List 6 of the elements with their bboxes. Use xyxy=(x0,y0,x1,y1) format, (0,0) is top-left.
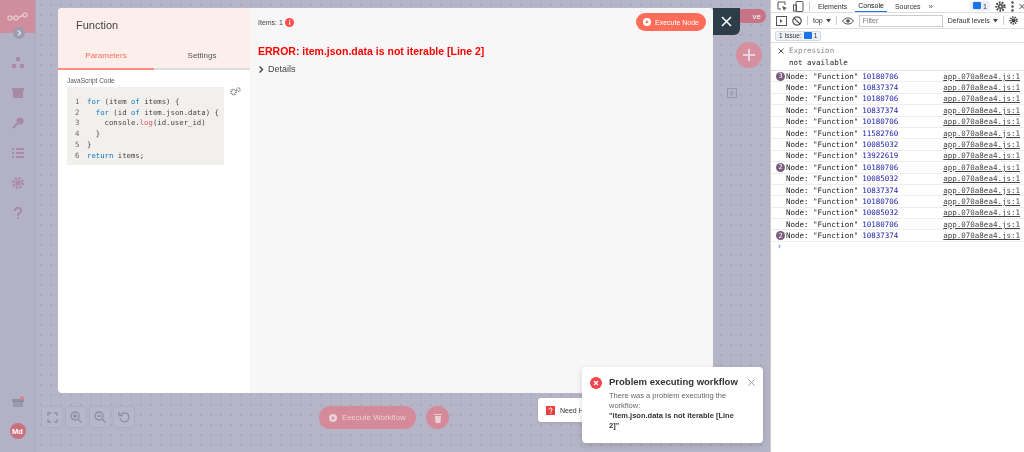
dialog-title: Function xyxy=(75,18,120,33)
details-toggle[interactable]: Details xyxy=(258,64,706,74)
error-message: ERROR: item.json.data is not iterable [Line 2] xyxy=(258,45,486,57)
notification-title: Problem executing workflow xyxy=(609,376,739,387)
console-prompt[interactable]: › xyxy=(771,241,1024,251)
more-tabs[interactable]: » xyxy=(928,1,933,11)
